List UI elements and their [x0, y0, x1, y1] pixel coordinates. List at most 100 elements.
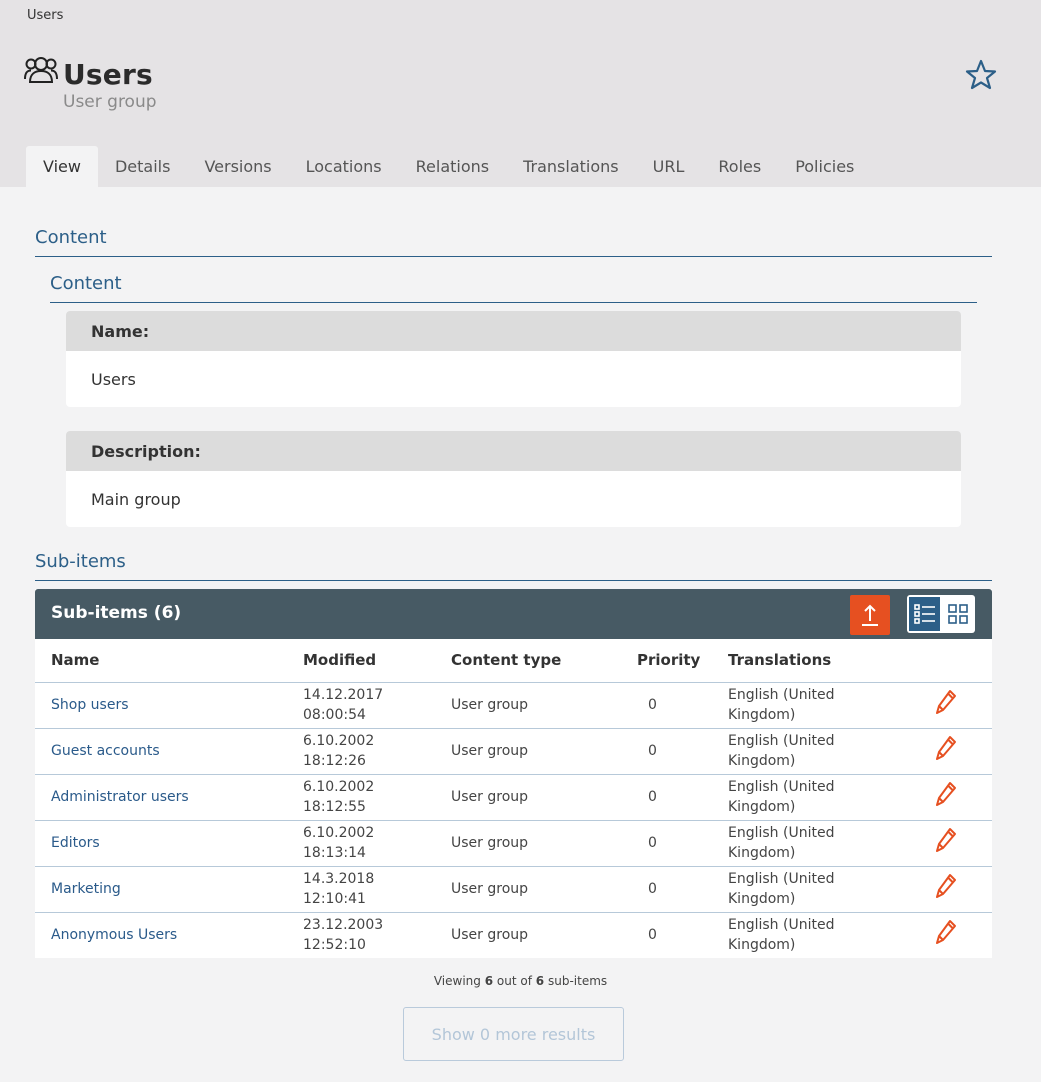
edit-icon[interactable] — [934, 734, 958, 762]
row-name-link[interactable]: Administrator users — [51, 789, 189, 805]
row-name-cell: Shop users — [35, 682, 287, 729]
row-priority[interactable]: 0 — [621, 820, 712, 867]
row-content-type: User group — [435, 682, 621, 729]
row-translation-line1: English (United — [728, 825, 835, 841]
row-translations-cell: English (United Kingdom) — [712, 774, 902, 821]
table-row: Anonymous Users 23.12.2003 12:52:10 User gr… — [35, 912, 992, 958]
viewing-count: Viewing 6 out of 6 sub-items — [0, 974, 1041, 988]
edit-icon[interactable] — [934, 872, 958, 900]
tab-view[interactable]: View — [26, 146, 98, 187]
row-translation-line2: Kingdom) — [728, 753, 796, 769]
field-value: Main group — [91, 489, 181, 509]
row-actions-cell — [902, 728, 992, 775]
users-group-icon — [24, 57, 58, 83]
page-title: Users — [63, 58, 153, 91]
row-name-cell: Guest accounts — [35, 728, 287, 775]
row-actions-cell — [902, 866, 992, 913]
tab-roles[interactable]: Roles — [701, 146, 778, 187]
row-modified-time: 08:00:54 — [303, 707, 366, 723]
field-value: Users — [91, 369, 136, 389]
column-header-content-type[interactable]: Content type — [435, 639, 621, 683]
row-translation-line2: Kingdom) — [728, 891, 796, 907]
row-name-link[interactable]: Editors — [51, 835, 100, 851]
row-name-link[interactable]: Marketing — [51, 881, 121, 897]
list-view-button[interactable] — [909, 597, 940, 631]
edit-icon[interactable] — [934, 918, 958, 946]
row-priority[interactable]: 0 — [621, 728, 712, 775]
row-content-type: User group — [435, 866, 621, 913]
row-modified-cell: 14.12.2017 08:00:54 — [287, 682, 435, 729]
show-more-button[interactable]: Show 0 more results — [403, 1007, 624, 1061]
list-view-icon — [913, 604, 935, 624]
content-group-title: Content — [50, 273, 122, 294]
row-translation-line1: English (United — [728, 687, 835, 703]
row-actions-cell — [902, 682, 992, 729]
tab-policies[interactable]: Policies — [778, 146, 871, 187]
tab-relations[interactable]: Relations — [399, 146, 506, 187]
tab-url[interactable]: URL — [636, 146, 702, 187]
breadcrumb[interactable]: Users — [27, 8, 63, 23]
row-translations-cell: English (United Kingdom) — [712, 820, 902, 867]
viewing-shown: 6 — [484, 974, 494, 988]
tab-details[interactable]: Details — [98, 146, 187, 187]
row-name-link[interactable]: Anonymous Users — [51, 927, 177, 943]
table-row: Marketing 14.3.2018 12:10:41 User group 0 Eng… — [35, 866, 992, 913]
edit-icon[interactable] — [934, 780, 958, 808]
column-header-actions — [902, 639, 992, 683]
row-modified-date: 6.10.2002 — [303, 733, 375, 749]
row-modified-time: 12:10:41 — [303, 891, 366, 907]
row-name-link[interactable]: Guest accounts — [51, 743, 160, 759]
star-icon[interactable] — [964, 58, 998, 92]
row-priority[interactable]: 0 — [621, 912, 712, 958]
table-header-row: Name Modified Content type Priority Tran… — [35, 639, 992, 683]
name-field: Name: Users — [66, 311, 961, 407]
table-row: Shop users 14.12.2017 08:00:54 User group 0 E… — [35, 682, 992, 729]
row-content-type: User group — [451, 927, 529, 944]
upload-arrow-icon — [862, 604, 878, 626]
row-name-link[interactable]: Shop users — [51, 697, 129, 713]
tab-versions[interactable]: Versions — [187, 146, 288, 187]
row-translations-cell: English (United Kingdom) — [712, 682, 902, 729]
content-section-divider — [35, 256, 992, 257]
edit-icon[interactable] — [934, 688, 958, 716]
row-translation-line2: Kingdom) — [728, 937, 796, 954]
grid-view-button[interactable] — [942, 597, 973, 631]
row-modified-cell: 6.10.2002 18:12:26 — [287, 728, 435, 775]
edit-icon[interactable] — [934, 826, 958, 854]
row-modified-cell: 23.12.2003 12:52:10 — [287, 912, 435, 958]
subitems-panel-header: Sub-items (6) — [35, 589, 992, 639]
row-modified-date: 6.10.2002 — [303, 779, 375, 795]
content-group-divider — [50, 302, 977, 303]
grid-view-icon — [947, 604, 968, 624]
row-modified-time: 12:52:10 — [303, 937, 366, 954]
row-content-type: User group — [435, 774, 621, 821]
view-switcher — [907, 595, 975, 633]
row-priority[interactable]: 0 — [621, 774, 712, 821]
row-translation-line1: English (United — [728, 871, 835, 887]
column-header-modified[interactable]: Modified — [287, 639, 435, 683]
row-actions-cell — [902, 820, 992, 867]
subitems-panel-title: Sub-items (6) — [51, 603, 182, 623]
upload-button[interactable] — [850, 595, 890, 635]
viewing-total: 6 — [535, 974, 545, 988]
column-header-priority[interactable]: Priority — [621, 639, 712, 683]
tab-locations[interactable]: Locations — [289, 146, 399, 187]
row-content-type: User group — [435, 728, 621, 775]
column-header-translations: Translations — [712, 639, 902, 683]
row-modified-date: 23.12.2003 — [303, 917, 384, 934]
table-row: Administrator users 6.10.2002 18:12:55 User… — [35, 774, 992, 821]
subitems-table: Name Modified Content type Priority Tran… — [35, 639, 992, 958]
row-priority[interactable]: 0 — [621, 866, 712, 913]
row-modified-cell: 6.10.2002 18:13:14 — [287, 820, 435, 867]
column-header-name[interactable]: Name — [35, 639, 287, 683]
row-modified-time: 18:12:26 — [303, 753, 366, 769]
row-name-cell: Marketing — [35, 866, 287, 913]
row-translation-line2: Kingdom) — [728, 845, 796, 861]
field-label: Name: — [66, 311, 961, 351]
row-priority[interactable]: 0 — [621, 682, 712, 729]
tab-translations[interactable]: Translations — [506, 146, 636, 187]
row-translation-line1: English (United — [728, 917, 835, 934]
row-modified-date: 14.3.2018 — [303, 871, 375, 887]
row-translations-cell: English (United Kingdom) — [712, 866, 902, 913]
row-translation-line1: English (United — [728, 733, 835, 749]
